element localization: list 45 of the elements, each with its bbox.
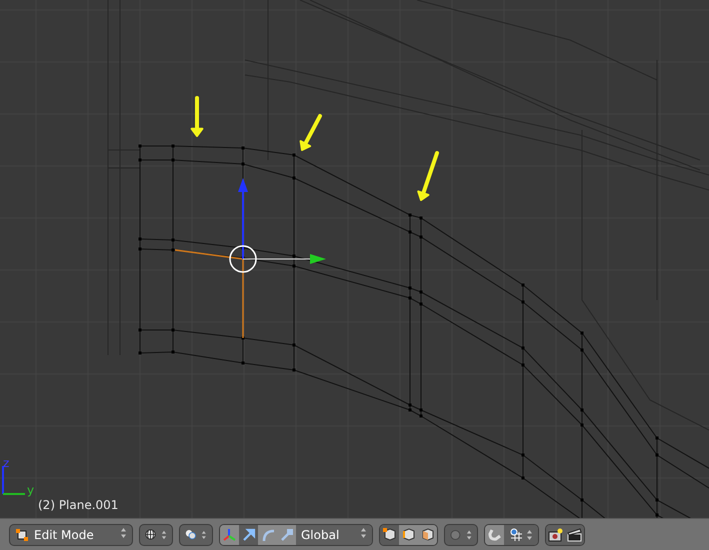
3d-viewport[interactable]: z y (2) Plane.001 xyxy=(0,0,709,518)
shading-dropdown[interactable] xyxy=(179,524,213,546)
up-down-arrows-icon xyxy=(526,528,533,540)
mini-axis-drawing xyxy=(2,466,25,495)
magnet-icon xyxy=(488,528,502,542)
manipulator-toggle[interactable] xyxy=(258,524,277,544)
select-mode-toggle[interactable] xyxy=(380,524,399,544)
up-down-arrows-icon xyxy=(360,527,367,539)
axes-icon xyxy=(222,527,237,542)
grid-snap-icon xyxy=(509,528,523,542)
annotation-arrow xyxy=(417,151,439,201)
render-image-button[interactable] xyxy=(546,524,565,544)
up-down-arrows-icon xyxy=(161,528,167,540)
cube-edge-icon xyxy=(401,527,416,542)
mode-dropdown[interactable]: Edit Mode xyxy=(9,524,133,546)
render-animation-button[interactable] xyxy=(565,524,584,544)
curve-icon xyxy=(260,528,274,542)
arrow-icon xyxy=(242,528,256,542)
spheres-icon xyxy=(185,528,196,541)
circle-icon xyxy=(450,528,461,540)
orientation-dropdown[interactable]: Global xyxy=(296,524,372,544)
annotation-arrow xyxy=(190,96,204,137)
annotation-arrow xyxy=(300,114,322,151)
axis-label: y xyxy=(27,484,34,496)
up-down-arrows-icon xyxy=(120,527,127,539)
cube-face-icon xyxy=(420,527,435,542)
cube-vertex-icon xyxy=(382,527,397,542)
snap-toggle[interactable] xyxy=(485,524,504,544)
manipulator-toggle[interactable] xyxy=(220,524,239,544)
proportional-edit-dropdown[interactable] xyxy=(444,524,478,546)
up-down-arrows-icon xyxy=(201,528,207,540)
select-mode-toggle[interactable] xyxy=(399,524,418,544)
manipulator-toggle[interactable] xyxy=(277,524,296,544)
manipulator-toggle[interactable] xyxy=(239,524,258,544)
cube-vertex-icon xyxy=(15,528,29,542)
snap-element-dropdown[interactable] xyxy=(504,524,538,544)
camera-icon xyxy=(548,528,563,542)
clapperboard-icon xyxy=(567,528,582,542)
scale-handle-icon xyxy=(280,528,294,542)
pivot-dropdown[interactable] xyxy=(139,524,173,546)
object-info: (2) Plane.001 xyxy=(38,498,118,512)
globe-icon xyxy=(145,528,156,541)
select-mode-toggle[interactable] xyxy=(418,524,437,544)
up-down-arrows-icon xyxy=(466,528,472,540)
axis-label: z xyxy=(3,457,10,469)
